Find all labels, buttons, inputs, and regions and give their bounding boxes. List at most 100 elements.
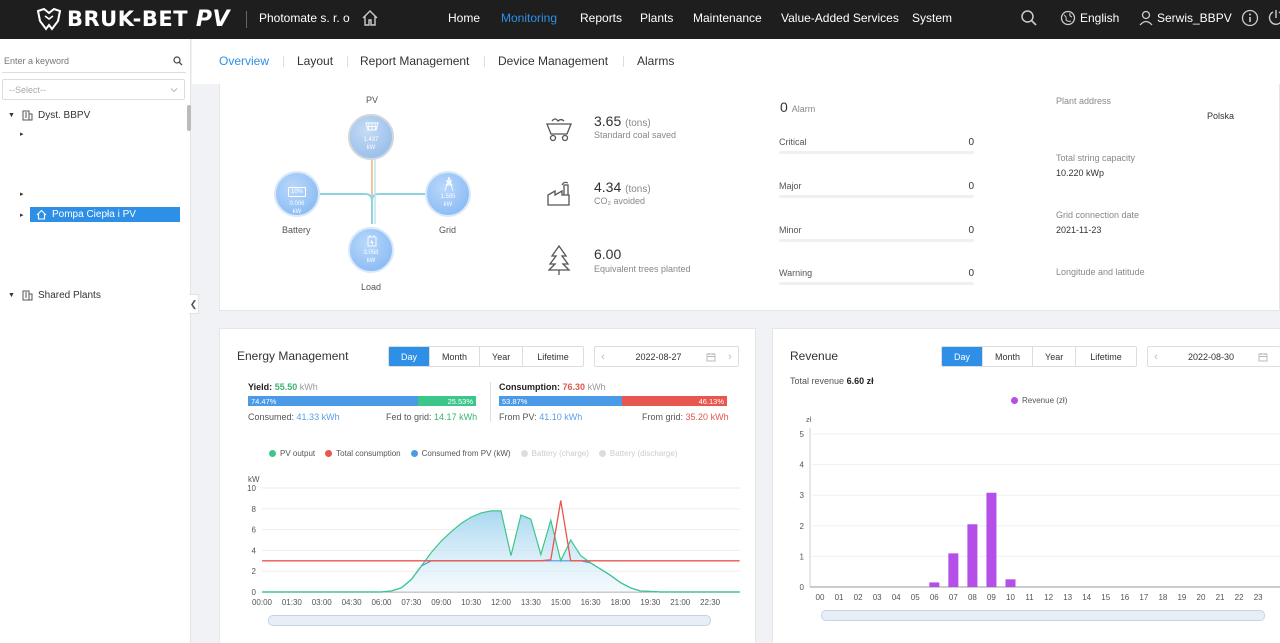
caret-right-icon[interactable]: ▸ (20, 211, 30, 219)
nav-system[interactable]: System (912, 11, 952, 25)
alarm-warning[interactable]: Warning 0 (779, 268, 974, 285)
chevron-left-icon[interactable]: ‹ (1148, 351, 1164, 363)
grid-power: 1.595 (440, 194, 456, 200)
tree-scrollbar[interactable] (187, 105, 191, 131)
legend-battery-discharge[interactable]: Battery (discharge) (598, 449, 677, 458)
revenue-date-picker[interactable]: ‹ 2022-08-30 (1147, 346, 1280, 367)
tab-report-management[interactable]: Report Management (360, 54, 469, 68)
period-month[interactable]: Month (982, 347, 1032, 366)
grid-date-label: Grid connection date (1056, 210, 1140, 220)
caret-down-icon[interactable]: ▼ (8, 292, 18, 299)
brand-name: BRUK-BET PV (67, 6, 231, 32)
revenue-title: Revenue (790, 349, 839, 363)
nav-value-added-services[interactable]: Value-Added Services (781, 11, 899, 25)
fed-to-grid-summary: Fed to grid: 14.17 kWh (386, 412, 478, 422)
tab-layout[interactable]: Layout (297, 54, 333, 68)
legend-revenue[interactable]: Revenue (zł) (1011, 396, 1067, 405)
tab-divider (484, 56, 485, 67)
alarm-level-label: Warning (779, 268, 813, 278)
x-tick-label: 06:00 (371, 598, 392, 607)
tab-device-management[interactable]: Device Management (498, 54, 608, 68)
alarm-total: 0 Alarm (780, 99, 816, 115)
alarm-major[interactable]: Major 0 (779, 181, 974, 198)
search-input[interactable] (2, 53, 162, 69)
selected-plant[interactable]: Pompa Ciepła i PV (30, 207, 180, 222)
plant-select[interactable]: --Select-- (2, 79, 185, 100)
legend-battery-charge[interactable]: Battery (charge) (520, 449, 589, 458)
co2-avoided-label: CO₂ avoided (594, 196, 646, 206)
alarm-bar (779, 239, 974, 242)
revenue-date: 2022-08-30 (1187, 351, 1235, 362)
x-tick-label: 22:30 (700, 598, 721, 607)
search-icon[interactable] (173, 56, 183, 66)
logout-icon[interactable] (1267, 9, 1280, 27)
tree-node-collapsed[interactable]: ▸ (20, 190, 30, 198)
x-tick-label: 10 (1006, 593, 1015, 602)
period-lifetime[interactable]: Lifetime (522, 347, 583, 366)
period-day[interactable]: Day (389, 347, 430, 366)
tab-alarms[interactable]: Alarms (637, 54, 674, 68)
trees-planted-label: Equivalent trees planted (594, 264, 691, 274)
tree-node-pompa[interactable]: ▸ Pompa Ciepła i PV (20, 207, 180, 222)
brand-logo[interactable]: BRUK-BET PV (36, 6, 230, 32)
tab-overview[interactable]: Overview (219, 54, 269, 68)
legend-dot (410, 450, 418, 457)
plant-address-value: Polska (1207, 111, 1235, 121)
chevron-left-icon[interactable]: ‹ (595, 351, 611, 363)
collapse-sidebar-button[interactable]: ❮ (189, 294, 199, 314)
caret-right-icon[interactable]: ▸ (20, 130, 30, 138)
grid-bubble[interactable]: 1.595 kW (425, 171, 471, 217)
nav-reports[interactable]: Reports (580, 11, 622, 25)
search-icon[interactable] (1020, 9, 1038, 27)
x-tick-label: 06 (930, 593, 939, 602)
x-tick-label: 23 (1254, 593, 1263, 602)
x-tick-label: 01 (835, 593, 844, 602)
alarm-critical[interactable]: Critical 0 (779, 137, 974, 154)
consumption-summary: Consumption: 76.30 kWh (499, 382, 606, 392)
info-icon[interactable] (1241, 9, 1259, 27)
energy-date-picker[interactable]: ‹ 2022-08-27 › (594, 346, 739, 367)
user-name[interactable]: Serwis_BBPV (1157, 11, 1232, 25)
x-tick-label: 08 (968, 593, 977, 602)
consumption-split-bar: 53.87% 46.13% (499, 396, 727, 406)
language-selector[interactable]: English (1080, 11, 1119, 25)
battery-bubble[interactable]: 10% 0.006 kW (274, 171, 320, 217)
chevron-right-icon[interactable]: › (722, 351, 738, 363)
nav-maintenance[interactable]: Maintenance (693, 11, 762, 25)
x-tick-label: 14 (1082, 593, 1091, 602)
legend-total-consumption[interactable]: Total consumption (325, 449, 401, 458)
energy-title: Energy Management (237, 349, 349, 363)
energy-chart-zoom-slider[interactable] (268, 615, 711, 626)
globe-icon[interactable] (1060, 9, 1076, 27)
legend-pv-output[interactable]: PV output (269, 449, 315, 458)
energy-chart-legend: PV output Total consumption Consumed fro… (269, 449, 677, 458)
home-icon[interactable] (361, 9, 379, 27)
period-day[interactable]: Day (942, 347, 983, 366)
x-tick-label: 13:30 (521, 598, 542, 607)
nav-home[interactable]: Home (448, 11, 480, 25)
period-year[interactable]: Year (479, 347, 522, 366)
alarm-minor[interactable]: Minor 0 (779, 225, 974, 242)
flow-label-battery: Battery (282, 225, 311, 235)
energy-line-chart[interactable]: kW 0 2 4 6 8 10 00:00 01:30 03:00 04:30 06:00 07:30 0… (230, 470, 750, 610)
period-lifetime[interactable]: Lifetime (1075, 347, 1136, 366)
user-icon[interactable] (1139, 9, 1153, 27)
x-tick-label: 21:00 (670, 598, 691, 607)
tree-node-shared[interactable]: ▼ Shared Plants (8, 290, 101, 301)
x-tick-label: 09 (987, 593, 996, 602)
nav-monitoring[interactable]: Monitoring (501, 11, 557, 25)
period-month[interactable]: Month (429, 347, 479, 366)
caret-right-icon[interactable]: ▸ (20, 190, 30, 198)
tree-node-dyst[interactable]: ▼ Dyst. BBPV (8, 110, 90, 121)
caret-down-icon[interactable]: ▼ (8, 112, 18, 119)
revenue-chart-legend: Revenue (zł) (1011, 396, 1067, 405)
x-tick-label: 20 (1197, 593, 1206, 602)
nav-plants[interactable]: Plants (640, 11, 673, 25)
tree-node-collapsed[interactable]: ▸ (20, 130, 30, 138)
legend-consumed-from-pv[interactable]: Consumed from PV (kW) (410, 449, 511, 458)
revenue-chart-zoom-slider[interactable] (821, 610, 1265, 621)
revenue-bar-chart[interactable]: zł01234500 01 02 03 04 05 06 07 08 09 10 11 12 13 14 15… (790, 410, 1280, 606)
period-year[interactable]: Year (1032, 347, 1075, 366)
pv-bubble[interactable]: 1.437 kW (348, 114, 394, 160)
load-bubble[interactable]: 3.058 kW (348, 227, 394, 273)
